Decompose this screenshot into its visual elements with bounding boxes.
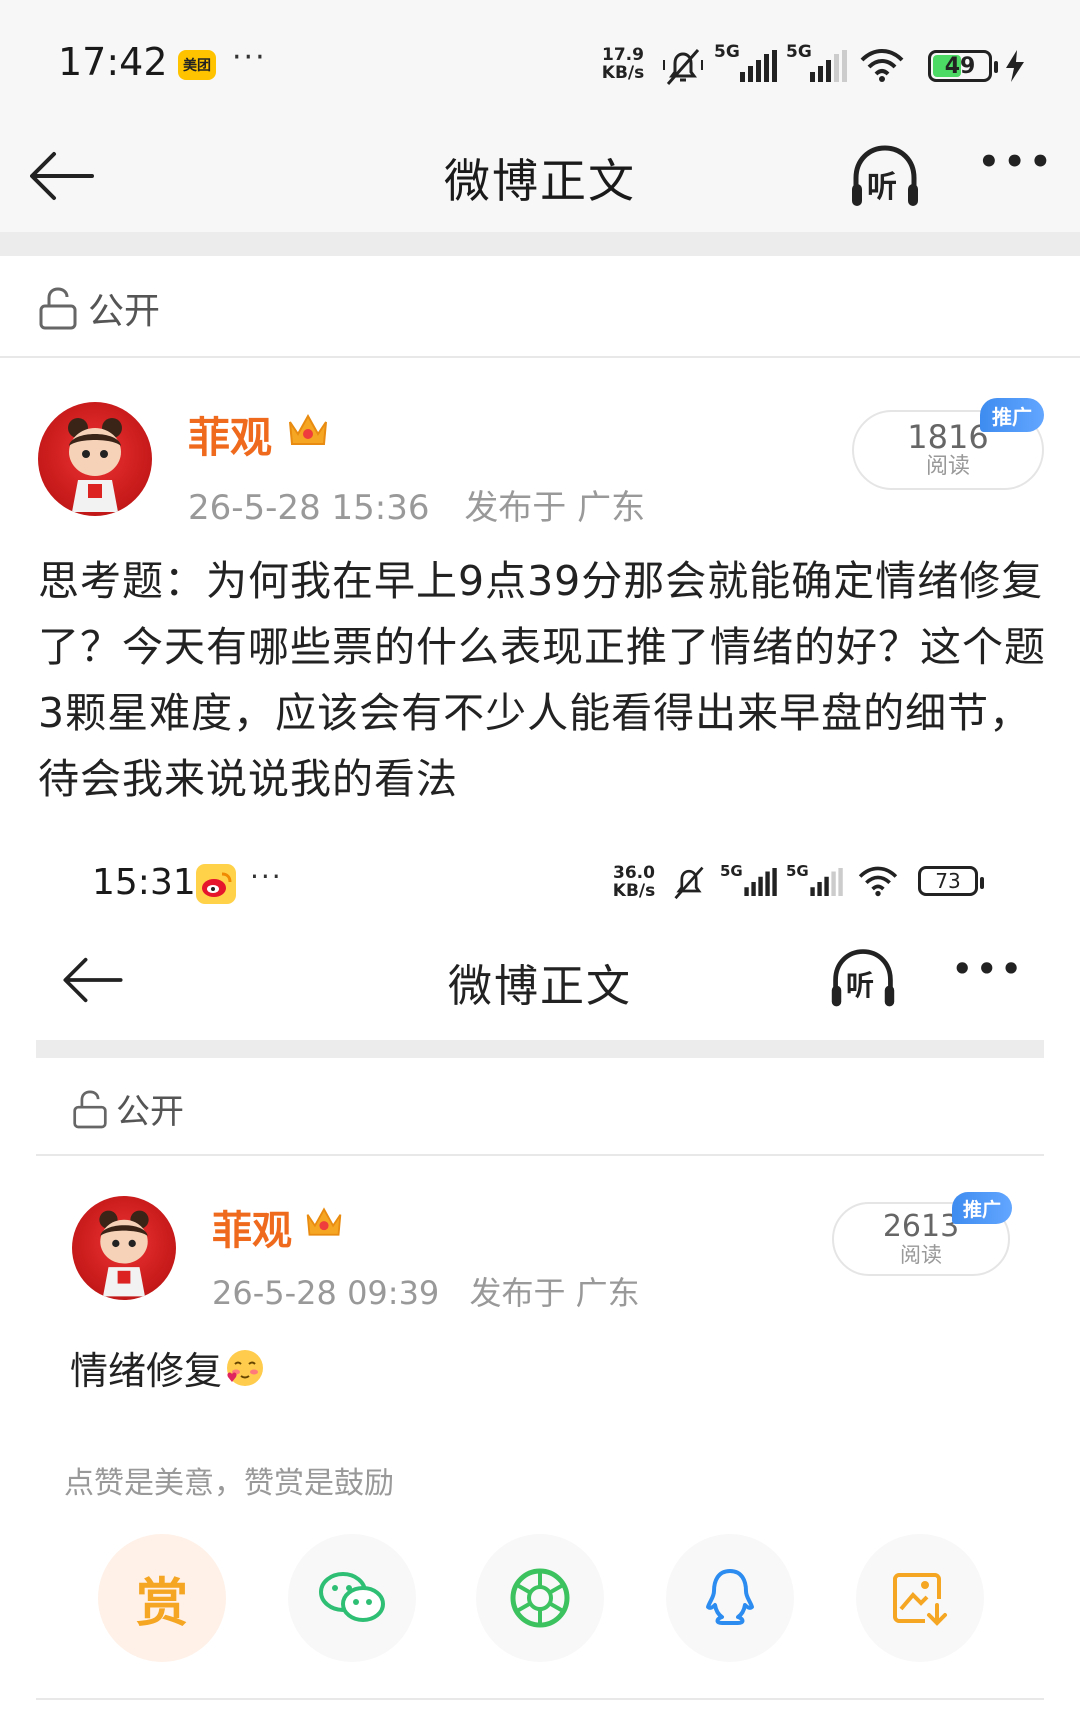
embedded-section-divider bbox=[36, 1040, 1044, 1058]
wifi-icon bbox=[860, 49, 904, 82]
blush-emoji-icon bbox=[227, 1349, 264, 1386]
embedded-bottom-divider bbox=[36, 1698, 1044, 1700]
post-location: 发布于 广东 bbox=[464, 488, 646, 528]
embedded-battery-indicator: 73 bbox=[918, 866, 984, 896]
embedded-battery-level: 73 bbox=[935, 869, 961, 893]
listen-label: 听 bbox=[867, 170, 897, 205]
section-divider bbox=[0, 232, 1080, 256]
listen-button[interactable]: 听 bbox=[848, 140, 922, 214]
embedded-post-meta: 26-5-28 09:39 发布于 广东 bbox=[212, 1268, 640, 1314]
embedded-unlock-icon bbox=[73, 1090, 107, 1128]
more-options-icon[interactable]: ••• bbox=[978, 142, 1055, 182]
top-navigation-bar: 微博正文 听 ••• bbox=[0, 120, 1080, 232]
embedded-clock: 15:31 bbox=[92, 862, 196, 903]
network-speed-value: 17.9 bbox=[602, 45, 644, 65]
network-speed-unit: KB/s bbox=[601, 63, 645, 83]
more-notifications-icon: ··· bbox=[232, 40, 267, 75]
signal-bars-1-icon bbox=[740, 50, 777, 82]
read-count: 1816 bbox=[907, 418, 989, 456]
embedded-screenshot[interactable]: 15:31 ··· 36.0 KB/s 5G 5G 73 微博正文 听 ••• … bbox=[0, 840, 1080, 1734]
embedded-read-count: 2613 bbox=[882, 1209, 960, 1244]
embedded-listen-label: 听 bbox=[846, 969, 875, 1002]
charging-icon bbox=[1006, 50, 1024, 82]
weibo-app-icon bbox=[196, 864, 236, 904]
clock: 17:42 bbox=[58, 40, 168, 84]
embedded-mute-icon bbox=[674, 866, 704, 900]
reward-label: 赏 bbox=[135, 1573, 188, 1634]
embedded-post-content: 情绪修复 bbox=[70, 1349, 223, 1393]
reward-hint: 点赞是美意，赞赏是鼓励 bbox=[64, 1466, 394, 1501]
status-bar: 17:42 美团 ··· 17.9 KB/s 5G 5G 49 bbox=[0, 0, 1080, 120]
embedded-more-notifications-icon: ··· bbox=[250, 860, 283, 893]
share-qq-button bbox=[666, 1534, 794, 1662]
post-content: 思考题：为何我在早上9点39分那会就能确定情绪修复了？今天有哪些票的什么表现正推… bbox=[38, 557, 1046, 803]
reward-button: 赏 bbox=[98, 1534, 226, 1662]
visibility-row: 公开 bbox=[38, 282, 160, 334]
save-image-button bbox=[856, 1534, 984, 1662]
embedded-read-label: 阅读 bbox=[900, 1243, 942, 1267]
vip-crown-icon bbox=[289, 413, 327, 445]
embedded-signal-bars-2-icon bbox=[810, 868, 843, 896]
embedded-post-location: 发布于 广东 bbox=[469, 1274, 640, 1312]
embedded-signal-2-type: 5G bbox=[786, 862, 809, 880]
embedded-post-date: 26-5-28 09:39 bbox=[212, 1274, 440, 1312]
unlock-icon bbox=[39, 287, 77, 330]
post-meta: 26-5-28 15:36 发布于 广东 bbox=[188, 480, 645, 529]
embedded-signal-1-type: 5G bbox=[720, 862, 743, 880]
save-image-icon bbox=[893, 1573, 947, 1626]
signal-bars-2-icon bbox=[810, 50, 847, 82]
embedded-wifi-icon bbox=[858, 866, 898, 897]
divider bbox=[0, 356, 1080, 358]
embedded-network-speed-unit: KB/s bbox=[612, 881, 656, 901]
embedded-network-speed-value: 36.0 bbox=[613, 863, 655, 883]
author-name[interactable]: 菲观 bbox=[188, 404, 272, 465]
share-wechat-button bbox=[288, 1534, 416, 1662]
read-label: 阅读 bbox=[925, 454, 970, 479]
visibility-label: 公开 bbox=[88, 291, 161, 332]
embedded-more-options-icon: ••• bbox=[952, 950, 1026, 988]
signal-1-type: 5G bbox=[714, 42, 740, 62]
embedded-vip-crown-icon bbox=[306, 1207, 342, 1236]
meituan-app-icon: 美团 bbox=[178, 50, 216, 80]
author-avatar[interactable] bbox=[38, 402, 152, 516]
signal-2-type: 5G bbox=[786, 42, 812, 62]
embedded-listen-button: 听 bbox=[828, 944, 898, 1014]
battery-indicator: 49 bbox=[928, 50, 998, 82]
embedded-promote-badge: 推广 bbox=[952, 1192, 1012, 1224]
embedded-visibility-label: 公开 bbox=[116, 1092, 184, 1132]
mute-icon bbox=[663, 49, 703, 85]
embedded-divider bbox=[36, 1154, 1044, 1156]
battery-level: 49 bbox=[944, 53, 976, 79]
promote-badge[interactable]: 推广 bbox=[980, 398, 1044, 432]
embedded-network-speed: 36.0 KB/s bbox=[606, 864, 662, 900]
moments-icon bbox=[510, 1568, 570, 1628]
embedded-signal-bars-1-icon bbox=[744, 868, 777, 896]
embedded-visibility-row: 公开 bbox=[72, 1084, 184, 1133]
wechat-icon bbox=[319, 1572, 385, 1622]
embedded-author-avatar bbox=[72, 1196, 176, 1300]
network-speed: 17.9 KB/s bbox=[594, 46, 652, 82]
embedded-page-title: 微博正文 bbox=[448, 961, 632, 1012]
embedded-avatar-figure-icon bbox=[99, 1210, 149, 1297]
share-moments-button bbox=[476, 1534, 604, 1662]
post-date: 26-5-28 15:36 bbox=[188, 488, 430, 528]
qq-icon bbox=[706, 1569, 754, 1625]
avatar-figure-icon bbox=[68, 418, 122, 512]
embedded-post-content-row: 情绪修复 bbox=[70, 1340, 266, 1395]
embedded-author-name: 菲观 bbox=[212, 1208, 292, 1254]
